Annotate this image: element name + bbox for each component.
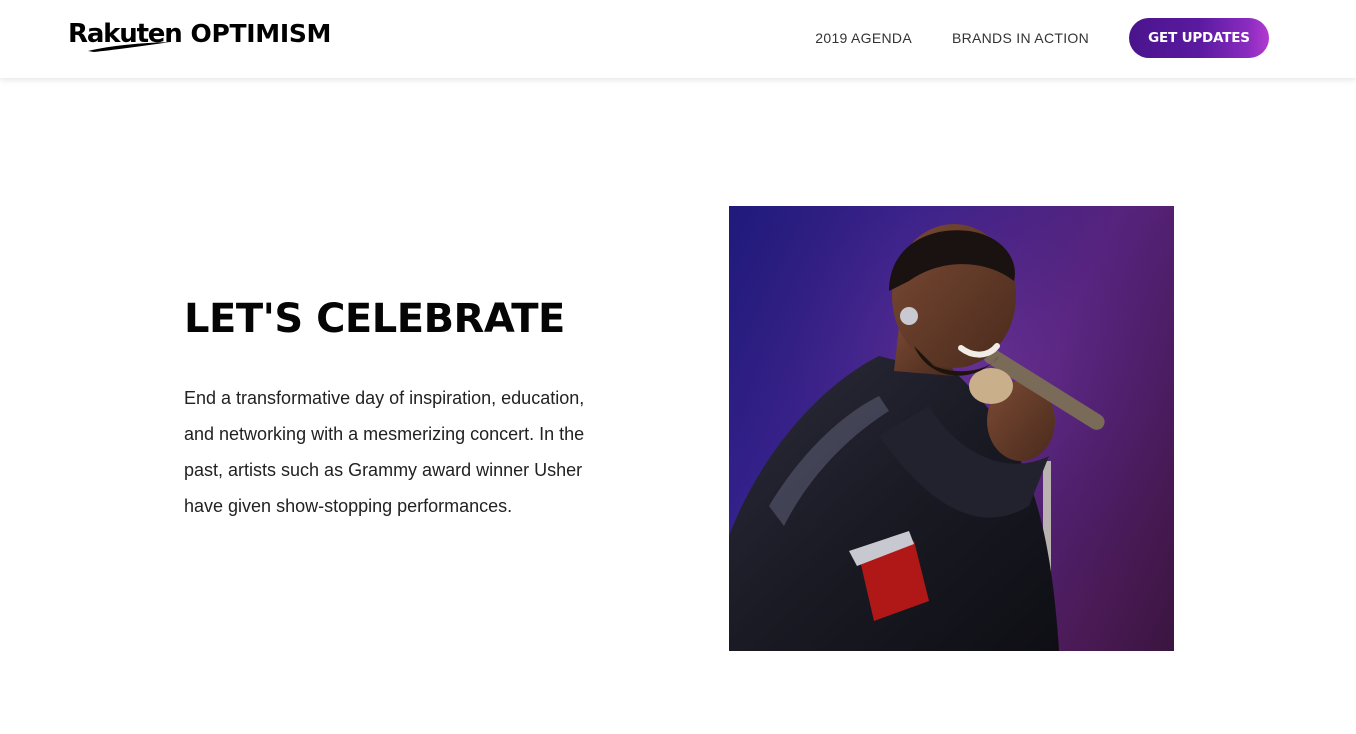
nav-link-agenda[interactable]: 2019 AGENDA bbox=[815, 30, 912, 46]
concert-performer-photo bbox=[729, 206, 1174, 651]
logo-swoosh-icon bbox=[88, 42, 170, 52]
performer-illustration bbox=[729, 206, 1174, 651]
section-title: LET'S CELEBRATE bbox=[184, 296, 565, 342]
section-body-text: End a transformative day of inspiration,… bbox=[184, 388, 585, 516]
site-header: Rakuten OPTIMISM 2019 AGENDA BRANDS IN A… bbox=[0, 0, 1356, 78]
nav-link-brands-in-action[interactable]: BRANDS IN ACTION bbox=[952, 30, 1089, 46]
site-logo[interactable]: Rakuten OPTIMISM bbox=[68, 18, 331, 54]
get-updates-button[interactable]: GET UPDATES bbox=[1129, 18, 1269, 58]
logo-product-name: OPTIMISM bbox=[190, 19, 332, 48]
main-nav: 2019 AGENDA BRANDS IN ACTION GET UPDATES bbox=[815, 18, 1269, 58]
